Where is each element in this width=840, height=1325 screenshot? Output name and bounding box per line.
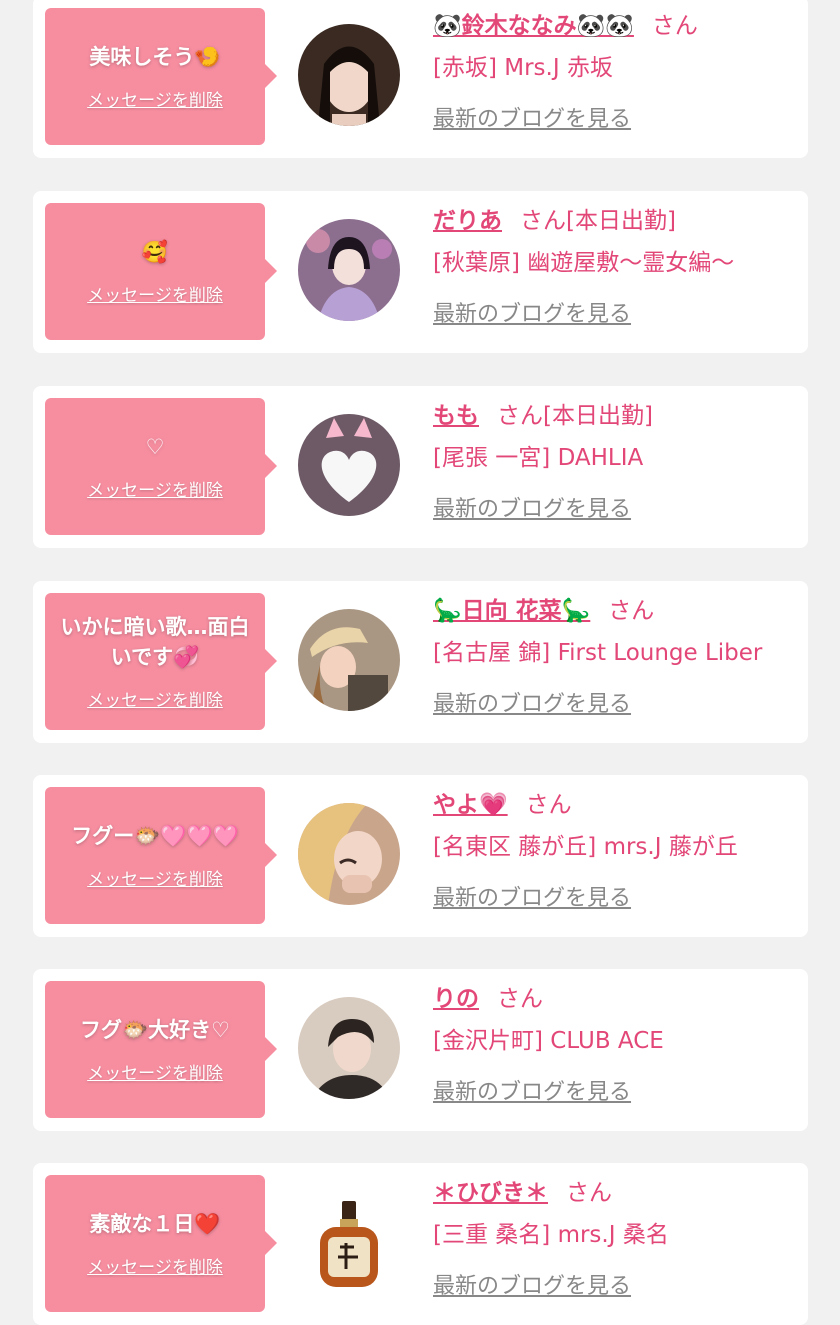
girl-info: 🦕日向 花菜🦕 さん [名古屋 錦] First Lounge Liber 最新の… — [433, 591, 798, 723]
message-card: 素敵な１日❤️ メッセージを削除 ＊ひびき＊ さん [三重 桑名] mrs.J 桑… — [33, 1163, 808, 1325]
name-row: もも さん[本日出勤] — [433, 396, 798, 436]
shop-name: [金沢片町] CLUB ACE — [433, 1028, 664, 1054]
shop-name: [秋葉原] 幽遊屋敷〜霊女編〜 — [433, 250, 735, 276]
avatar[interactable] — [298, 1191, 400, 1293]
girl-info: りの さん [金沢片町] CLUB ACE 最新のブログを見る — [433, 979, 798, 1111]
message-card: フグー🐡🩷🩷🩷 メッセージを削除 やよ💗 さん [名東区 藤が丘] mrs.J 藤… — [33, 775, 808, 937]
message-bubble: 美味しそう🍤 メッセージを削除 — [45, 8, 277, 145]
girl-name-link[interactable]: 🦕日向 花菜🦕 — [433, 598, 590, 624]
honorific: さん — [520, 208, 566, 234]
delete-message-link[interactable]: メッセージを削除 — [87, 1059, 223, 1084]
status-badge: [本日出勤] — [566, 208, 676, 234]
delete-message-link[interactable]: メッセージを削除 — [87, 86, 223, 111]
message-text: 素敵な１日❤️ — [89, 1212, 221, 1236]
name-row: だりあ さん[本日出勤] — [433, 201, 798, 241]
message-bubble: 🥰 メッセージを削除 — [45, 203, 277, 340]
girl-info: やよ💗 さん [名東区 藤が丘] mrs.J 藤が丘 最新のブログを見る — [433, 785, 798, 917]
girl-name-link[interactable]: だりあ — [433, 208, 502, 234]
avatar[interactable] — [298, 219, 400, 321]
delete-message-link[interactable]: メッセージを削除 — [87, 865, 223, 890]
avatar-photo — [298, 997, 400, 1099]
avatar[interactable] — [298, 803, 400, 905]
girl-info: ＊ひびき＊ さん [三重 桑名] mrs.J 桑名 最新のブログを見る — [433, 1173, 798, 1305]
name-row: りの さん — [433, 979, 798, 1019]
message-text: フグ🐡大好き♡ — [80, 1018, 230, 1042]
message-text: いかに暗い歌…面白いです💞 — [60, 615, 250, 669]
message-card: フグ🐡大好き♡ メッセージを削除 りの さん [金沢片町] CLUB ACE 最新… — [33, 969, 808, 1131]
message-text: 🥰 — [141, 240, 169, 264]
avatar[interactable] — [298, 997, 400, 1099]
latest-blog-link[interactable]: 最新のブログを見る — [433, 1269, 798, 1305]
avatar[interactable] — [298, 24, 400, 126]
girl-name-link[interactable]: 🐼鈴木ななみ🐼🐼 — [433, 13, 634, 39]
message-card: 美味しそう🍤 メッセージを削除 🐼鈴木ななみ🐼🐼 さん [赤坂] Mrs.J 赤坂… — [33, 0, 808, 158]
message-card: いかに暗い歌…面白いです💞 メッセージを削除 🦕日向 花菜🦕 さん [名古屋 錦]… — [33, 581, 808, 743]
message-card: ♡ メッセージを削除 もも さん[本日出勤] [尾張 一宮] DAHLIA 最新の… — [33, 386, 808, 548]
avatar-photo — [298, 219, 400, 321]
message-text: 美味しそう🍤 — [89, 45, 221, 69]
shop-name: [赤坂] Mrs.J 赤坂 — [433, 55, 613, 81]
girl-name-link[interactable]: りの — [433, 986, 479, 1012]
latest-blog-link[interactable]: 最新のブログを見る — [433, 297, 798, 333]
shop-name: [尾張 一宮] DAHLIA — [433, 445, 644, 471]
avatar-photo — [298, 24, 400, 126]
shop-name: [三重 桑名] mrs.J 桑名 — [433, 1222, 669, 1248]
name-row: 🦕日向 花菜🦕 さん — [433, 591, 798, 631]
message-bubble: フグー🐡🩷🩷🩷 メッセージを削除 — [45, 787, 277, 924]
name-row: やよ💗 さん — [433, 785, 798, 825]
latest-blog-link[interactable]: 最新のブログを見る — [433, 102, 798, 138]
girl-name-link[interactable]: もも — [433, 403, 479, 429]
latest-blog-link[interactable]: 最新のブログを見る — [433, 687, 798, 723]
honorific: さん — [608, 598, 655, 624]
girl-info: もも さん[本日出勤] [尾張 一宮] DAHLIA 最新のブログを見る — [433, 396, 798, 528]
girl-name-link[interactable]: やよ💗 — [433, 792, 508, 818]
honorific: さん — [566, 1180, 612, 1206]
status-badge: [本日出勤] — [543, 403, 653, 429]
avatar-photo — [298, 609, 400, 711]
honorific: さん — [651, 13, 698, 39]
honorific: さん — [497, 986, 543, 1012]
message-text: ♡ — [145, 435, 165, 459]
avatar-photo — [298, 803, 400, 905]
delete-message-link[interactable]: メッセージを削除 — [87, 686, 223, 711]
avatar[interactable] — [298, 609, 400, 711]
heart-cat-ears-icon — [298, 414, 400, 516]
delete-message-link[interactable]: メッセージを削除 — [87, 281, 223, 306]
message-bubble: 素敵な１日❤️ メッセージを削除 — [45, 1175, 277, 1312]
whisky-bottle-icon — [298, 1191, 400, 1293]
message-bubble: いかに暗い歌…面白いです💞 メッセージを削除 — [45, 593, 277, 730]
name-row: 🐼鈴木ななみ🐼🐼 さん — [433, 6, 798, 46]
latest-blog-link[interactable]: 最新のブログを見る — [433, 492, 798, 528]
message-card: 🥰 メッセージを削除 だりあ さん[本日出勤] [秋葉原] 幽遊屋敷〜霊女編〜 最… — [33, 191, 808, 353]
delete-message-link[interactable]: メッセージを削除 — [87, 1253, 223, 1278]
message-bubble: フグ🐡大好き♡ メッセージを削除 — [45, 981, 277, 1118]
delete-message-link[interactable]: メッセージを削除 — [87, 476, 223, 501]
avatar[interactable] — [298, 414, 400, 516]
name-row: ＊ひびき＊ さん — [433, 1173, 798, 1213]
girl-info: 🐼鈴木ななみ🐼🐼 さん [赤坂] Mrs.J 赤坂 最新のブログを見る — [433, 6, 798, 138]
message-bubble: ♡ メッセージを削除 — [45, 398, 277, 535]
message-list: 美味しそう🍤 メッセージを削除 🐼鈴木ななみ🐼🐼 さん [赤坂] Mrs.J 赤坂… — [0, 0, 840, 1325]
latest-blog-link[interactable]: 最新のブログを見る — [433, 881, 798, 917]
message-text: フグー🐡🩷🩷🩷 — [71, 824, 239, 848]
girl-info: だりあ さん[本日出勤] [秋葉原] 幽遊屋敷〜霊女編〜 最新のブログを見る — [433, 201, 798, 333]
latest-blog-link[interactable]: 最新のブログを見る — [433, 1075, 798, 1111]
girl-name-link[interactable]: ＊ひびき＊ — [433, 1180, 548, 1206]
honorific: さん — [497, 403, 543, 429]
shop-name: [名東区 藤が丘] mrs.J 藤が丘 — [433, 834, 738, 860]
shop-name: [名古屋 錦] First Lounge Liber — [433, 640, 763, 666]
honorific: さん — [525, 792, 572, 818]
